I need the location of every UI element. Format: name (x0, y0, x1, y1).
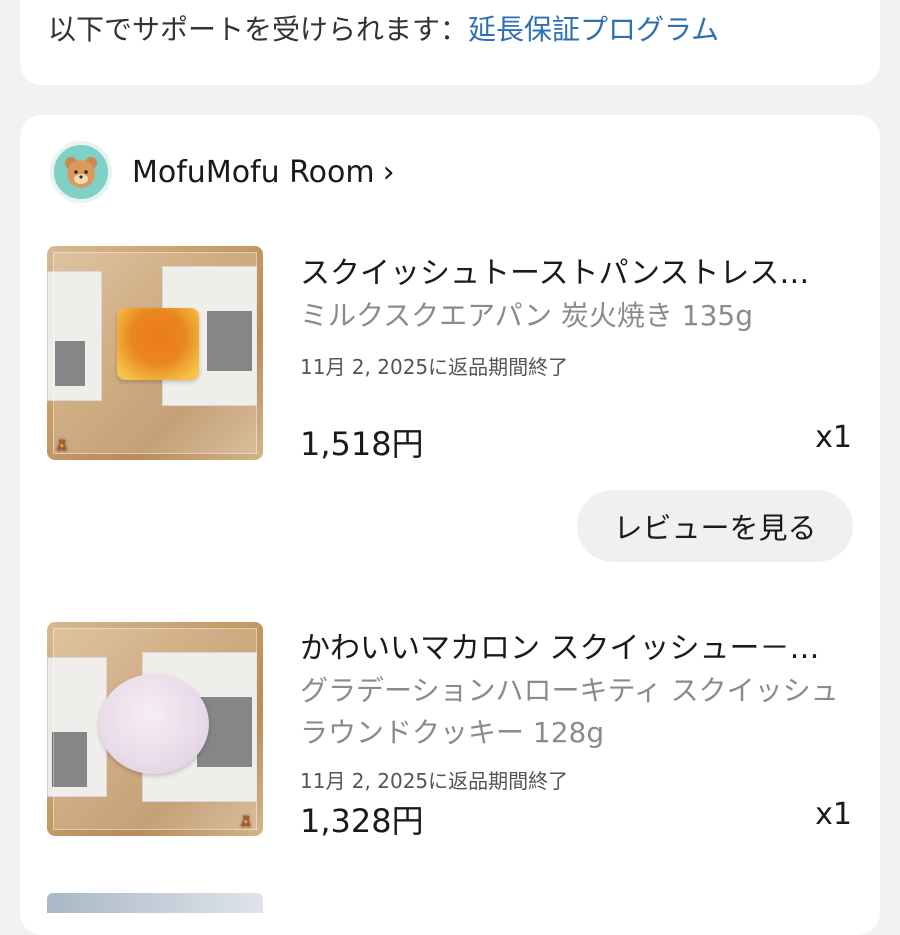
product-title[interactable]: スクイッシュトーストパンストレス… (300, 248, 840, 292)
product-thumbnail-1[interactable]: 🧸 (47, 246, 263, 460)
product-thumbnail-2[interactable]: 🧸 (47, 622, 263, 836)
warranty-card: 以下でサポートを受けられます：延長保証プログラム (20, 0, 880, 85)
product-variant: ミルクスクエアパン 炭火焼き 135g (300, 299, 754, 332)
warranty-line: 以下でサポートを受けられます：延長保証プログラム (48, 8, 719, 48)
brand-watermark-icon: 🧸 (239, 815, 253, 828)
shop-name[interactable]: MofuMofu Room (132, 155, 375, 190)
product-quantity: x1 (815, 797, 852, 832)
order-card: MofuMofu Room › 🧸 スクイッシュトーストパンストレス… ミルクス… (20, 115, 880, 935)
product-quantity: x1 (815, 420, 852, 455)
shop-header[interactable]: MofuMofu Room › (50, 141, 395, 203)
warranty-program-link[interactable]: 延長保証プログラム (468, 13, 719, 46)
cookie-squishy-image (99, 674, 209, 774)
bear-face-icon (65, 157, 97, 188)
return-deadline: 11月 2, 2025に返品期間終了 (300, 355, 569, 379)
return-deadline: 11月 2, 2025に返品期間終了 (300, 769, 569, 793)
view-review-button[interactable]: レビューを見る (577, 490, 853, 562)
toast-squishy-image (117, 308, 199, 380)
warranty-prefix: 以下でサポートを受けられます： (48, 13, 469, 46)
product-price: 1,328円 (300, 802, 424, 840)
chevron-right-icon: › (382, 154, 395, 190)
product-price: 1,518円 (300, 425, 424, 463)
product-variant: グラデーションハローキティ スクイッシュラウンドクッキー 128g (300, 674, 839, 749)
brand-watermark-icon: 🧸 (55, 439, 69, 452)
bear-logo-icon (50, 141, 112, 203)
product-thumbnail-3[interactable] (47, 893, 263, 913)
product-title[interactable]: かわいいマカロン スクイッシュー－… (300, 623, 840, 667)
